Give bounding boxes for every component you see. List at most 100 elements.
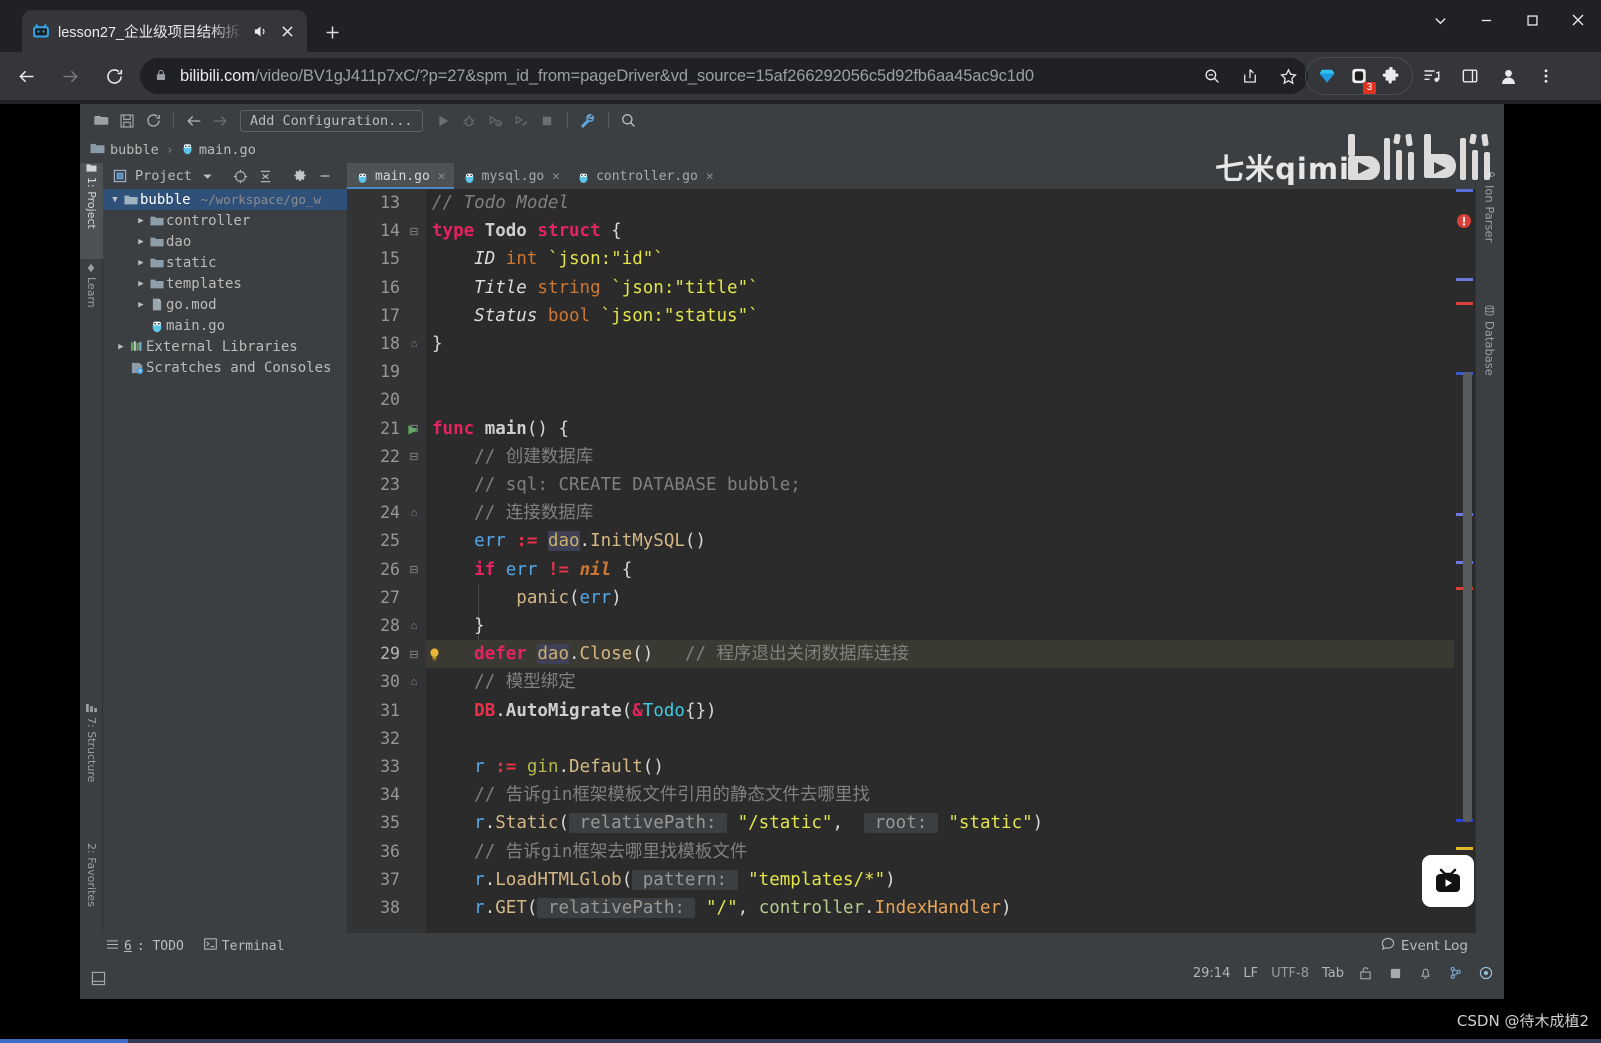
video-progress-bar[interactable]: [0, 1039, 1601, 1043]
chrome-menu-icon[interactable]: [1529, 59, 1563, 93]
lock-open-icon[interactable]: [1357, 965, 1374, 982]
tree-item-external-libraries[interactable]: ▶ External Libraries: [103, 336, 347, 357]
event-log-button[interactable]: Event Log: [1381, 933, 1468, 959]
video-player-frame[interactable]: Add Configuration... bubble › main.go 1:…: [80, 104, 1504, 999]
sidebar-item-project[interactable]: 1: Project: [80, 163, 103, 259]
chevron-right-icon[interactable]: ▶: [134, 258, 148, 268]
line-separator[interactable]: LF: [1243, 966, 1258, 981]
tree-item-dao[interactable]: ▶ dao: [103, 231, 347, 252]
close-icon[interactable]: [1555, 0, 1601, 40]
arrow-left-icon[interactable]: [8, 58, 44, 94]
navigate-forward-icon[interactable]: [208, 109, 232, 133]
inspections-icon[interactable]: [1387, 965, 1404, 982]
chevron-right-icon[interactable]: ▶: [134, 237, 148, 247]
minimize-window-icon[interactable]: [316, 167, 335, 186]
media-playlist-icon[interactable]: [1415, 59, 1449, 93]
collapse-all-icon[interactable]: [256, 167, 275, 186]
stripe-mark[interactable]: [1456, 847, 1473, 850]
breadcrumb-file[interactable]: main.go: [199, 142, 256, 158]
file-encoding[interactable]: UTF-8: [1271, 966, 1309, 981]
ide-eye-icon[interactable]: [1477, 965, 1494, 982]
sidebar-item-learn[interactable]: Learn: [80, 263, 103, 329]
maximize-icon[interactable]: [1509, 0, 1555, 40]
diamond-extension-icon[interactable]: [1312, 61, 1342, 91]
close-icon[interactable]: ✕: [552, 169, 560, 184]
run-play-icon[interactable]: [431, 109, 455, 133]
address-bar[interactable]: bilibili.com/video/BV1gJ411p7xC/?p=27&sp…: [140, 58, 1308, 94]
chevron-right-icon[interactable]: ▶: [134, 216, 148, 226]
branch-icon[interactable]: [1447, 965, 1464, 982]
indent-setting[interactable]: Tab: [1322, 966, 1344, 981]
chevron-down-icon[interactable]: [198, 167, 217, 186]
profile-avatar-icon[interactable]: [1491, 59, 1525, 93]
error-stripe[interactable]: [1454, 189, 1475, 949]
tree-item-scratches-and-consoles[interactable]: Scratches and Consoles: [103, 357, 347, 378]
sidebar-item-ion-parser[interactable]: Ion Parser: [1475, 169, 1504, 301]
run-profiler-icon[interactable]: [509, 109, 533, 133]
editor-tab-mysql-go[interactable]: mysql.go ✕: [454, 163, 568, 189]
browser-tab[interactable]: lesson27_企业级项目结构拆: [22, 10, 307, 52]
lock-icon: [154, 68, 170, 84]
close-icon[interactable]: [277, 21, 297, 41]
tree-item-bubble[interactable]: ▼ bubble ~/workspace/go_w: [103, 189, 347, 210]
refresh-icon[interactable]: [141, 109, 165, 133]
speaker-icon[interactable]: [251, 22, 269, 40]
caret-position[interactable]: 29:14: [1193, 966, 1230, 981]
code-content-area[interactable]: // Todo Model type Todo struct { ID int …: [426, 189, 1504, 949]
share-icon[interactable]: [1236, 62, 1264, 90]
close-icon[interactable]: ✕: [438, 169, 446, 184]
run-configuration-selector[interactable]: Add Configuration...: [240, 109, 423, 132]
play-tv-icon[interactable]: [1422, 855, 1474, 907]
code-editor[interactable]: // Todo Model type Todo struct { ID int …: [347, 189, 1504, 949]
tree-item-templates[interactable]: ▶ templates: [103, 273, 347, 294]
chevron-down-icon[interactable]: [1417, 0, 1463, 40]
editor-tab-controller-go[interactable]: controller.go ✕: [568, 163, 722, 189]
arrow-right-icon[interactable]: [52, 58, 88, 94]
breadcrumb-project[interactable]: bubble: [110, 142, 159, 158]
star-icon[interactable]: [1274, 62, 1302, 90]
search-magnifier-icon[interactable]: [617, 109, 641, 133]
tree-item-go-mod[interactable]: ▶ go.mod: [103, 294, 347, 315]
sidebar-item-structure[interactable]: 7: Structure: [80, 703, 103, 821]
open-folder-icon[interactable]: [89, 109, 113, 133]
tree-item-label: main.go: [166, 317, 226, 334]
save-all-icon[interactable]: [115, 109, 139, 133]
sidebar-item-label: 7: Structure: [85, 717, 98, 783]
chevron-right-icon[interactable]: ▶: [114, 342, 128, 352]
stop-square-icon[interactable]: [535, 109, 559, 133]
gear-icon[interactable]: [291, 167, 310, 186]
chevron-right-icon[interactable]: ▶: [134, 279, 148, 289]
error-stripe-warning-icon: [1456, 213, 1473, 230]
chevron-right-icon[interactable]: ▶: [134, 300, 148, 310]
reload-icon[interactable]: [96, 58, 132, 94]
wrench-icon[interactable]: [576, 109, 600, 133]
tree-item-main-go[interactable]: main.go: [103, 315, 347, 336]
bottom-tab-todo[interactable]: 6 : TODO: [106, 939, 184, 954]
debug-bug-icon[interactable]: [457, 109, 481, 133]
stripe-mark[interactable]: [1456, 278, 1473, 281]
breadcrumb-separator: ›: [165, 142, 174, 158]
sidebar-item-database[interactable]: Database: [1475, 305, 1504, 435]
hide-tool-windows-icon[interactable]: [88, 968, 108, 988]
run-coverage-icon[interactable]: [483, 109, 507, 133]
project-tree[interactable]: ▼ bubble ~/workspace/go_w ▶ controller ▶…: [103, 189, 347, 999]
stripe-mark[interactable]: [1456, 189, 1473, 192]
editor-scrollbar-thumb[interactable]: [1463, 372, 1472, 822]
editor-gutter[interactable]: [347, 189, 426, 949]
new-tab-button[interactable]: [318, 18, 346, 46]
chevron-down-icon[interactable]: ▼: [108, 195, 122, 205]
tree-item-controller[interactable]: ▶ controller: [103, 210, 347, 231]
side-panel-icon[interactable]: [1453, 59, 1487, 93]
editor-tab-main-go[interactable]: main.go ✕: [347, 163, 454, 189]
close-icon[interactable]: ✕: [706, 169, 714, 184]
navigate-back-icon[interactable]: [182, 109, 206, 133]
zoom-out-magnifier-icon[interactable]: [1198, 62, 1226, 90]
notes-extension-icon[interactable]: 3: [1344, 61, 1376, 94]
minimize-icon[interactable]: [1463, 0, 1509, 40]
bottom-tab-terminal[interactable]: Terminal: [203, 938, 284, 954]
locate-target-icon[interactable]: [231, 167, 250, 186]
tree-item-static[interactable]: ▶ static: [103, 252, 347, 273]
stripe-mark[interactable]: [1456, 302, 1473, 305]
bell-icon[interactable]: [1417, 965, 1434, 982]
extensions-puzzle-icon[interactable]: [1376, 61, 1406, 91]
